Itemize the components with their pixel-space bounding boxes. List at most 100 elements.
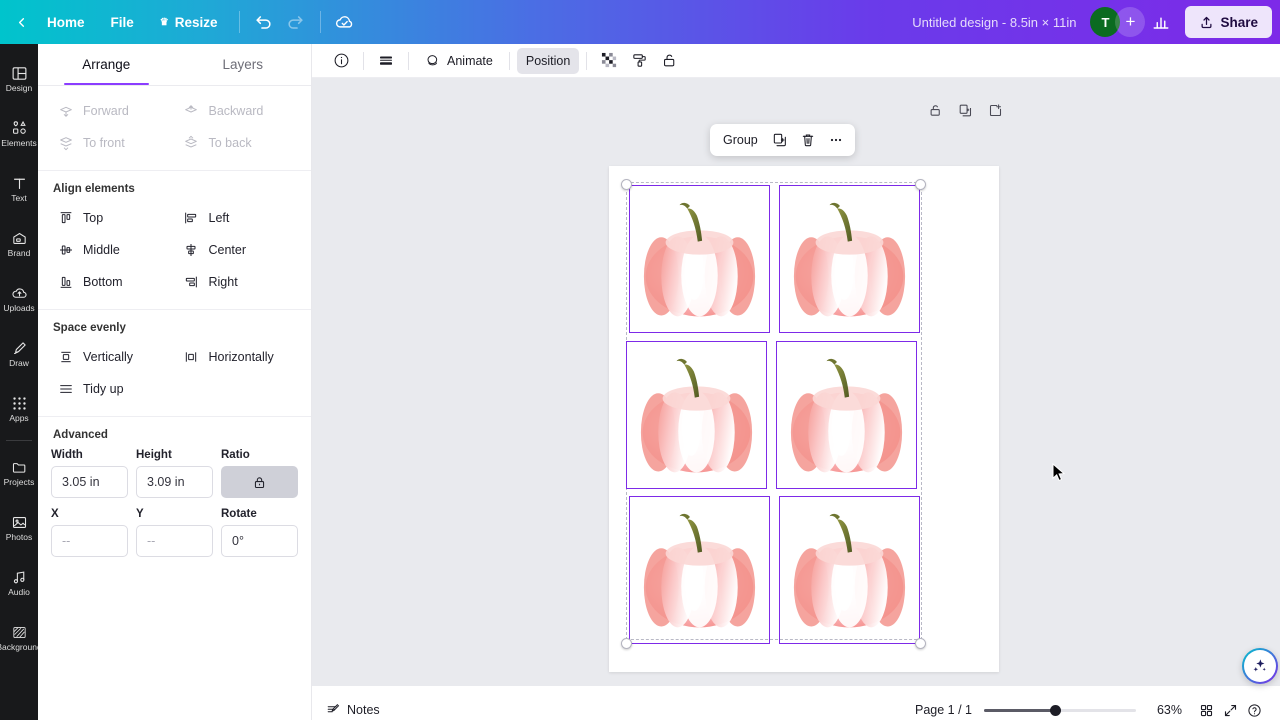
lock-button[interactable]	[654, 48, 684, 74]
to-front-button[interactable]: To front	[51, 128, 173, 158]
sidebar-item-apps[interactable]: Apps	[0, 381, 38, 436]
workspace: Animate Position Group	[312, 44, 1280, 720]
sidebar-item-background[interactable]: Background	[0, 610, 38, 665]
space-horizontally-button[interactable]: Horizontally	[177, 342, 299, 372]
advanced-title: Advanced	[53, 429, 108, 441]
text-icon	[11, 175, 28, 192]
image-cell-4[interactable]	[776, 341, 917, 489]
to-back-button[interactable]: To back	[177, 128, 299, 158]
image-cell-1[interactable]	[629, 185, 770, 333]
sidebar-item-uploads[interactable]: Uploads	[0, 271, 38, 326]
x-input[interactable]: --	[51, 525, 128, 557]
duplicate-button[interactable]	[767, 128, 793, 152]
sidebar-item-audio[interactable]: Audio	[0, 555, 38, 610]
sidebar-item-brand[interactable]: Brand	[0, 216, 38, 271]
crown-icon: ♛	[159, 16, 169, 28]
notes-button[interactable]: Notes	[326, 703, 380, 718]
cloud-save-status[interactable]	[329, 6, 361, 38]
document-title[interactable]: Untitled design - 8.5in × 11in	[912, 15, 1076, 30]
duplicate-icon	[773, 133, 786, 147]
pumpkin-image	[793, 202, 906, 317]
align-top-button[interactable]: Top	[51, 203, 173, 233]
align-middle-button[interactable]: Middle	[51, 235, 173, 265]
align-top-label: Top	[83, 211, 104, 225]
sidebar-item-design[interactable]: Design	[0, 51, 38, 106]
share-button[interactable]: Share	[1185, 6, 1272, 38]
space-vertically-button[interactable]: Vertically	[51, 342, 173, 372]
align-left-button[interactable]: Left	[177, 203, 299, 233]
page-lock-button[interactable]	[922, 97, 948, 123]
fullscreen-button[interactable]	[1218, 700, 1242, 720]
resize-handle-top-left[interactable]	[621, 179, 632, 190]
redo-button[interactable]	[280, 6, 312, 38]
height-input[interactable]: 3.09 in	[136, 466, 213, 498]
undo-button[interactable]	[248, 6, 280, 38]
help-button[interactable]	[1242, 700, 1266, 720]
draw-icon	[11, 340, 28, 357]
group-button[interactable]: Group	[716, 133, 765, 147]
tab-layers[interactable]: Layers	[175, 44, 312, 85]
width-input[interactable]: 3.05 in	[51, 466, 128, 498]
home-button[interactable]: Home	[34, 7, 98, 37]
animate-label: Animate	[447, 53, 493, 68]
sidebar-item-draw[interactable]: Draw	[0, 326, 38, 381]
zoom-percent[interactable]: 63%	[1148, 703, 1182, 717]
sidebar-item-photos[interactable]: Photos	[0, 500, 38, 555]
add-collaborator-button[interactable]: +	[1115, 7, 1146, 37]
zoom-slider[interactable]	[984, 704, 1136, 716]
info-button[interactable]	[326, 48, 356, 74]
page-count[interactable]: Page 1 / 1	[915, 703, 972, 717]
resize-handle-top-right[interactable]	[915, 179, 926, 190]
resize-handle-bottom-left[interactable]	[621, 638, 632, 649]
align-title: Align elements	[53, 183, 135, 195]
tidy-up-button[interactable]: Tidy up	[51, 374, 173, 404]
canvas-area[interactable]: Group + Add page	[312, 78, 1280, 686]
left-rail: Design Elements Text Brand Uploads Draw …	[0, 44, 38, 720]
image-cell-2[interactable]	[779, 185, 920, 333]
layers-button[interactable]	[371, 48, 401, 74]
magic-assistant-button[interactable]	[1242, 648, 1278, 684]
ratio-lock-button[interactable]	[221, 466, 298, 498]
paint-button[interactable]	[624, 48, 654, 74]
back-button[interactable]	[8, 0, 34, 44]
add-page-button-top[interactable]	[982, 97, 1008, 123]
sidebar-item-elements[interactable]: Elements	[0, 106, 38, 161]
transparency-button[interactable]	[594, 48, 624, 74]
resize-handle-bottom-right[interactable]	[915, 638, 926, 649]
position-label: Position	[525, 53, 571, 68]
zoom-knob[interactable]	[1050, 704, 1061, 716]
top-header: Home File ♛ Resize Untitled design - 8.5…	[0, 0, 1280, 44]
grid-view-button[interactable]	[1194, 700, 1218, 720]
rotate-input[interactable]: 0°	[221, 525, 298, 557]
tab-arrange[interactable]: Arrange	[38, 44, 175, 85]
y-label: Y	[136, 508, 144, 520]
insights-button[interactable]	[1145, 6, 1177, 38]
align-center-button[interactable]: Center	[177, 235, 299, 265]
image-cell-5[interactable]	[629, 496, 770, 644]
duplicate-page-button[interactable]	[952, 97, 978, 123]
redo-icon	[288, 15, 303, 29]
trash-icon	[802, 134, 813, 147]
file-menu-button[interactable]: File	[98, 7, 147, 37]
elements-icon	[11, 120, 28, 137]
bottom-bar: Notes Page 1 / 1 63%	[312, 700, 1280, 720]
animate-button[interactable]: Animate	[416, 48, 502, 74]
resize-button[interactable]: ♛ Resize	[147, 7, 231, 37]
more-options-button[interactable]	[823, 128, 849, 152]
y-input[interactable]: --	[136, 525, 213, 557]
align-right-button[interactable]: Right	[177, 267, 299, 297]
sidebar-label-background: Background	[0, 641, 38, 652]
image-cell-3[interactable]	[626, 341, 767, 489]
position-button[interactable]: Position	[516, 47, 580, 74]
design-page[interactable]	[609, 166, 999, 672]
audio-icon	[11, 569, 28, 586]
delete-button[interactable]	[795, 128, 821, 152]
background-icon	[11, 624, 28, 641]
forward-button[interactable]: Forward	[51, 96, 173, 126]
align-bottom-button[interactable]: Bottom	[51, 267, 173, 297]
backward-button[interactable]: Backward	[177, 96, 299, 126]
arrange-panel: Arrange Layers Forward Backward To front…	[38, 44, 312, 720]
sidebar-item-text[interactable]: Text	[0, 161, 38, 216]
sidebar-item-projects[interactable]: Projects	[0, 445, 38, 500]
image-cell-6[interactable]	[779, 496, 920, 644]
